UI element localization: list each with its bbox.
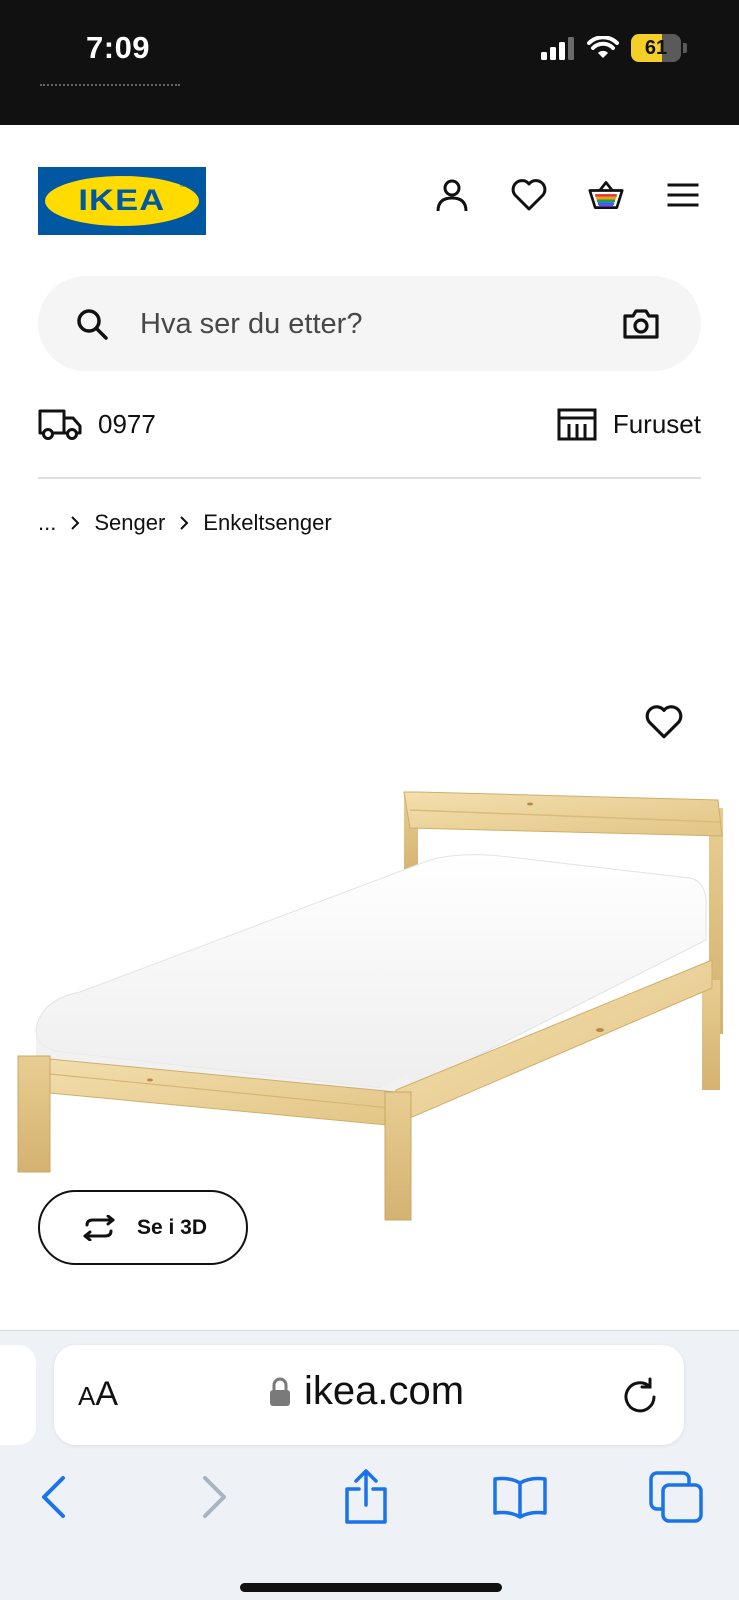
browser-toolbar (0, 1459, 739, 1529)
delivery-postcode-button[interactable]: 0977 (38, 407, 156, 441)
heart-icon (645, 705, 683, 739)
store-name: Furuset (612, 408, 701, 439)
chevron-right-icon (180, 516, 189, 530)
breadcrumb: ... Senger Enkeltsenger (38, 510, 332, 536)
delivery-truck-icon (38, 409, 82, 440)
forward-icon (203, 1476, 226, 1518)
store-selector-button[interactable]: Furuset (557, 407, 701, 441)
battery-icon: 61 (631, 34, 687, 62)
bookmarks-icon (493, 1476, 547, 1519)
url-text: ikea.com (304, 1369, 465, 1413)
logo-text: IKEA (78, 184, 166, 217)
share-button[interactable] (338, 1469, 394, 1525)
reload-icon[interactable] (620, 1375, 660, 1415)
registered-mark: ® (179, 182, 185, 189)
header-actions (434, 177, 701, 213)
user-icon[interactable] (434, 177, 470, 213)
address-bar[interactable]: AA ikea.com (54, 1345, 684, 1445)
product-image-area: Se i 3D (0, 560, 739, 1330)
wifi-icon (587, 36, 619, 58)
tabs-icon (649, 1471, 703, 1523)
rotate-3d-icon (83, 1214, 115, 1241)
forward-button[interactable] (186, 1469, 242, 1525)
site-header: IKEA ® (0, 125, 739, 275)
add-to-favorites-button[interactable] (645, 704, 685, 744)
status-icons: 61 (541, 34, 687, 62)
search-input[interactable] (140, 294, 580, 354)
page-title-ghost (40, 84, 180, 88)
view-in-3d-label: Se i 3D (136, 1215, 208, 1239)
heart-icon[interactable] (511, 177, 547, 213)
cellular-signal-icon (541, 37, 574, 60)
ikea-logo[interactable]: IKEA ® (38, 167, 206, 235)
menu-icon[interactable] (665, 177, 701, 213)
browser-bottom-bar: AA ikea.com (0, 1330, 739, 1600)
shopping-bag-icon[interactable] (588, 177, 624, 213)
store-icon (557, 408, 597, 441)
share-icon (345, 1469, 387, 1524)
search-icon[interactable] (74, 306, 110, 342)
delivery-postcode: 0977 (98, 408, 156, 439)
breadcrumb-item-enkeltsenger[interactable]: Enkeltsenger (203, 510, 331, 536)
status-bar: 7:09 61 (0, 0, 739, 125)
tabs-button[interactable] (648, 1469, 704, 1525)
back-button[interactable] (26, 1469, 82, 1525)
search-bar[interactable] (38, 276, 701, 371)
breadcrumb-ellipsis[interactable]: ... (38, 510, 56, 536)
delivery-store-row: 0977 Furuset (38, 398, 701, 450)
camera-icon[interactable] (621, 304, 661, 344)
home-indicator[interactable] (240, 1583, 502, 1592)
url-display[interactable]: ikea.com (268, 1369, 464, 1414)
view-in-3d-button[interactable]: Se i 3D (38, 1190, 248, 1265)
breadcrumb-item-senger[interactable]: Senger (94, 510, 165, 536)
logo-oval: IKEA ® (45, 176, 199, 226)
text-size-button[interactable]: AA (78, 1375, 118, 1414)
divider (38, 477, 701, 479)
back-icon (42, 1476, 65, 1518)
previous-tab-preview[interactable] (0, 1345, 36, 1445)
status-time: 7:09 (86, 30, 151, 65)
lock-icon (270, 1377, 290, 1406)
battery-level: 61 (644, 37, 668, 59)
chevron-right-icon (71, 516, 80, 530)
bookmarks-button[interactable] (492, 1469, 548, 1525)
